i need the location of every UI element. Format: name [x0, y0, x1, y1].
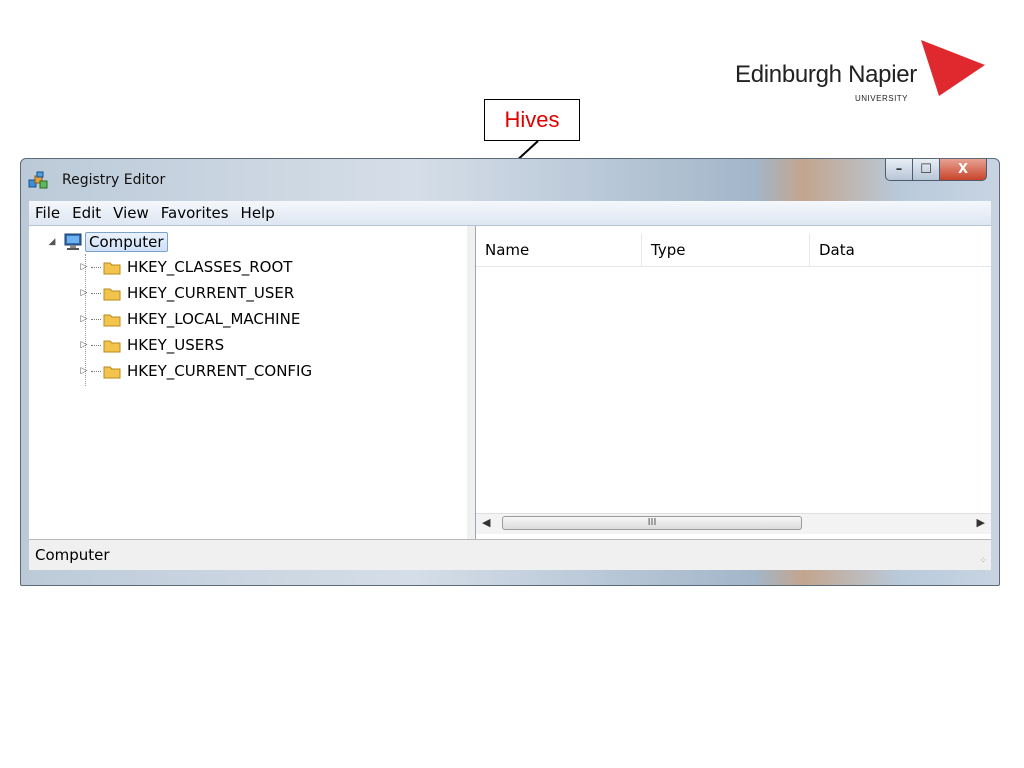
menu-favorites[interactable]: Favorites: [155, 201, 235, 225]
logo-triangle-icon: [921, 40, 985, 96]
client-area: ◢ Computer ▷ HKEY_CLASSES_ROOT ▷ HKEY_CU…: [29, 226, 991, 566]
maximize-icon: ☐: [920, 162, 932, 177]
folder-icon: [103, 340, 121, 353]
tree-item-hkey-current-config[interactable]: ▷ HKEY_CURRENT_CONFIG: [78, 359, 313, 383]
menu-help[interactable]: Help: [235, 201, 281, 225]
registry-editor-window: Registry Editor – ☐ X File Edit View Fav…: [20, 158, 1000, 586]
scroll-right-icon[interactable]: ▶: [977, 516, 985, 529]
logo-name: Edinburgh Napier: [735, 61, 917, 88]
menu-bar: File Edit View Favorites Help: [29, 201, 991, 226]
registry-tree[interactable]: ◢ Computer ▷ HKEY_CLASSES_ROOT ▷ HKEY_CU…: [29, 226, 468, 542]
tree-dots: [91, 318, 101, 320]
tree-label: HKEY_CURRENT_USER: [127, 284, 295, 302]
tree-label-computer: Computer: [85, 232, 168, 252]
hives-callout-label: Hives: [504, 107, 560, 132]
tree-dots: [91, 370, 101, 372]
tree-item-hkey-classes-root[interactable]: ▷ HKEY_CLASSES_ROOT: [78, 255, 293, 279]
window-title: Registry Editor: [62, 172, 166, 188]
tree-item-hkey-current-user[interactable]: ▷ HKEY_CURRENT_USER: [78, 281, 295, 305]
expand-arrow-icon[interactable]: ▷: [78, 366, 90, 376]
menu-edit[interactable]: Edit: [66, 201, 107, 225]
expand-arrow-icon[interactable]: ▷: [78, 262, 90, 272]
column-header-type[interactable]: Type: [642, 234, 810, 266]
minimize-icon: –: [895, 162, 903, 177]
scroll-left-icon[interactable]: ◀: [482, 516, 490, 529]
resize-grip-icon[interactable]: ⁘: [979, 556, 987, 566]
minimize-button[interactable]: –: [885, 159, 913, 181]
logo-subtitle: UNIVERSITY: [855, 94, 909, 103]
close-button[interactable]: X: [940, 159, 987, 181]
menu-file[interactable]: File: [29, 201, 66, 225]
folder-icon: [103, 262, 121, 275]
edinburgh-napier-logo: Edinburgh Napier UNIVERSITY: [735, 40, 995, 110]
horizontal-scrollbar[interactable]: ◀ III ▶: [476, 513, 991, 534]
pane-splitter[interactable]: [467, 226, 476, 542]
tree-label: HKEY_CLASSES_ROOT: [127, 258, 293, 276]
tree-dots: [91, 266, 101, 268]
values-list[interactable]: Name Type Data ◀ III ▶: [476, 226, 991, 542]
status-bar: Computer ⁘: [29, 539, 991, 570]
close-icon: X: [957, 162, 969, 177]
tree-item-computer[interactable]: ◢ Computer: [46, 230, 168, 254]
title-bar[interactable]: Registry Editor – ☐ X: [21, 159, 999, 199]
scroll-thumb[interactable]: III: [502, 516, 802, 530]
folder-icon: [103, 366, 121, 379]
expand-arrow-icon[interactable]: ▷: [78, 314, 90, 324]
expand-arrow-icon[interactable]: ▷: [78, 288, 90, 298]
tree-item-hkey-local-machine[interactable]: ▷ HKEY_LOCAL_MACHINE: [78, 307, 301, 331]
hives-callout: Hives: [484, 99, 580, 141]
folder-icon: [103, 288, 121, 301]
status-path: Computer: [35, 546, 110, 564]
registry-editor-icon: [28, 171, 48, 189]
column-header-data[interactable]: Data: [810, 234, 991, 266]
menu-view[interactable]: View: [107, 201, 155, 225]
tree-dots: [91, 292, 101, 294]
tree-dots: [91, 344, 101, 346]
tree-label: HKEY_USERS: [127, 336, 225, 354]
column-header-name[interactable]: Name: [476, 234, 642, 266]
tree-label: HKEY_LOCAL_MACHINE: [127, 310, 301, 328]
computer-icon: [64, 233, 82, 250]
window-controls: – ☐ X: [885, 159, 987, 183]
tree-item-hkey-users[interactable]: ▷ HKEY_USERS: [78, 333, 225, 357]
collapse-arrow-icon[interactable]: ◢: [46, 237, 58, 247]
maximize-button[interactable]: ☐: [913, 159, 940, 181]
list-header: Name Type Data: [476, 234, 991, 267]
expand-arrow-icon[interactable]: ▷: [78, 340, 90, 350]
folder-icon: [103, 314, 121, 327]
tree-label: HKEY_CURRENT_CONFIG: [127, 362, 313, 380]
